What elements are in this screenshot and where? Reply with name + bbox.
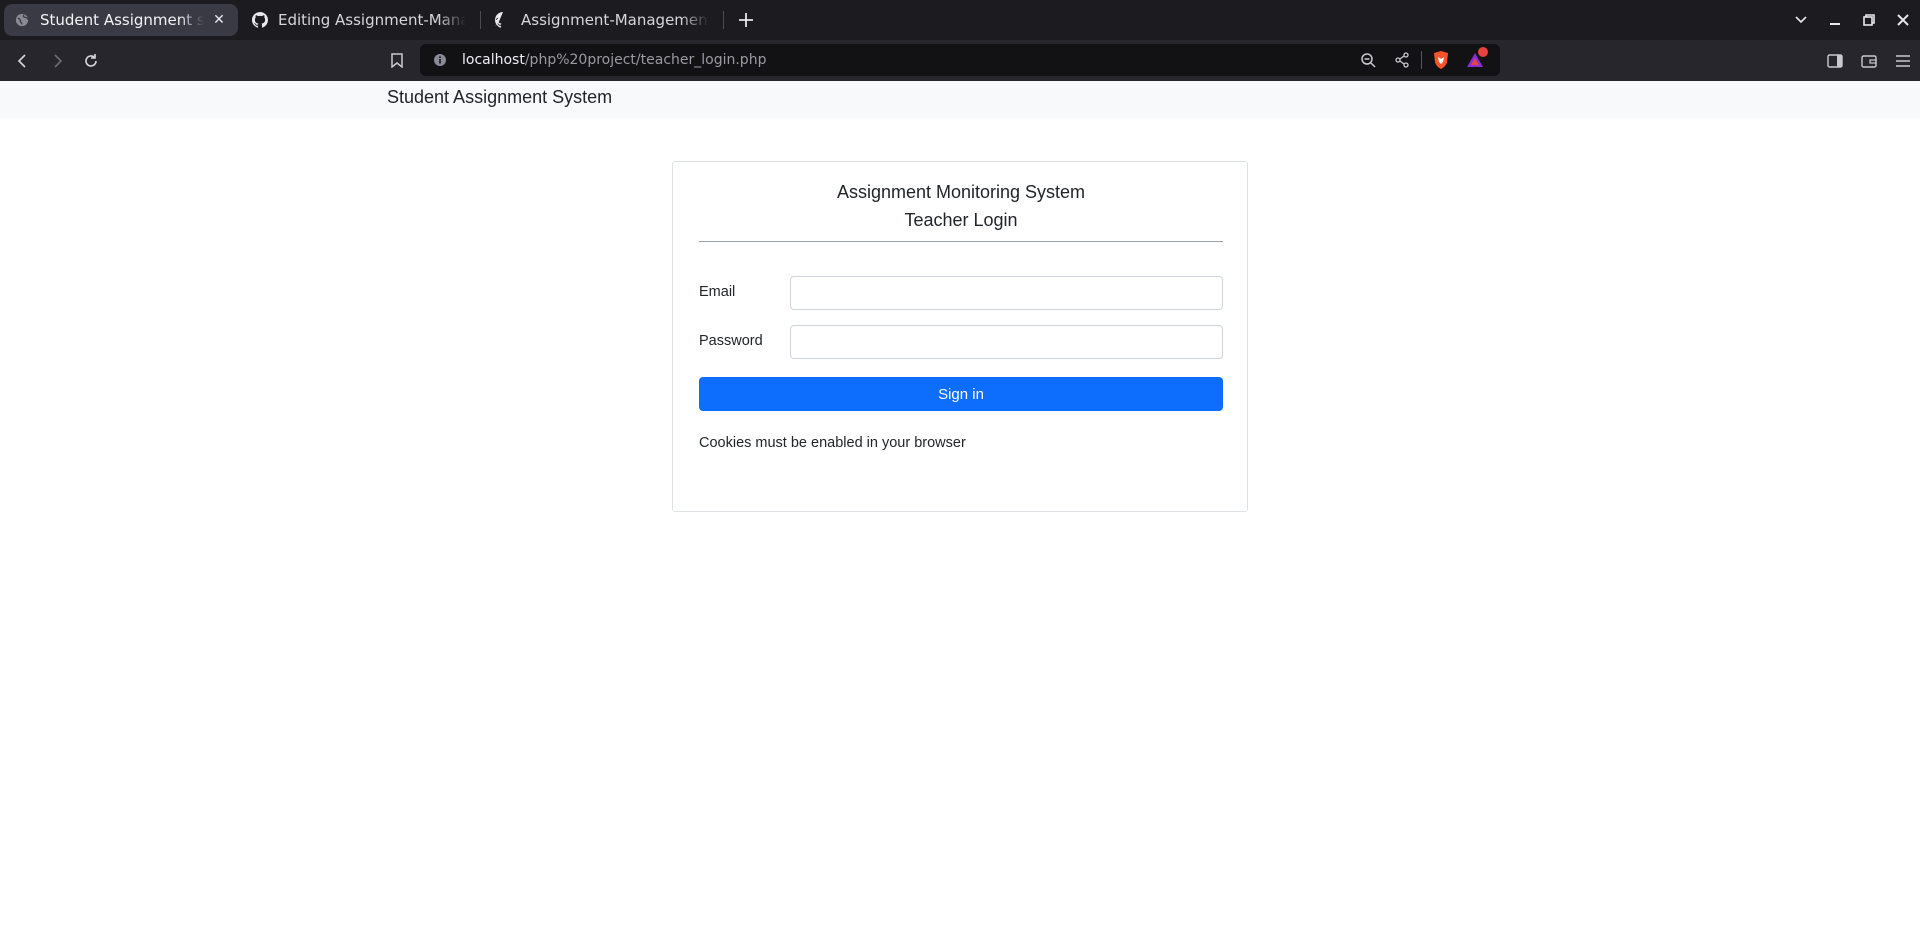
- site-info-icon[interactable]: [432, 52, 448, 68]
- brave-rewards-icon[interactable]: [1458, 44, 1492, 76]
- tab-student-assignment[interactable]: Student Assignment syste ✕: [4, 4, 238, 36]
- system-title: Assignment Monitoring System: [836, 182, 1086, 202]
- window-controls: [1784, 0, 1920, 40]
- email-field[interactable]: [790, 276, 1223, 310]
- notification-badge: [1478, 47, 1488, 57]
- sign-in-button[interactable]: Sign in: [699, 377, 1223, 411]
- password-row: Password: [699, 325, 1223, 359]
- tab-assignment-management[interactable]: Assignment-Management-Sy: [485, 4, 719, 36]
- zoom-out-icon[interactable]: [1351, 44, 1385, 76]
- back-arrow-icon[interactable]: [6, 44, 40, 78]
- tab-separator: [723, 11, 724, 29]
- new-tab-button[interactable]: [732, 6, 760, 34]
- forward-arrow-icon[interactable]: [40, 44, 74, 78]
- reload-icon[interactable]: [74, 44, 108, 78]
- address-bar-divider: [1421, 51, 1422, 69]
- cookies-note: Cookies must be enabled in your browser: [699, 435, 966, 451]
- tab-separator: [480, 11, 481, 29]
- restore-icon[interactable]: [1852, 0, 1886, 40]
- close-window-icon[interactable]: [1886, 0, 1920, 40]
- password-field[interactable]: [790, 325, 1223, 359]
- page-content: Student Assignment System Assignment Mon…: [0, 81, 1920, 932]
- tab-title: Editing Assignment-Manager: [278, 11, 466, 29]
- login-heading: Assignment Monitoring System Teacher Log…: [699, 178, 1223, 234]
- email-label: Email: [699, 284, 736, 300]
- browser-toolbar: localhost/php%20project/teacher_login.ph…: [0, 40, 1920, 81]
- wallet-icon[interactable]: [1852, 40, 1886, 81]
- url-text: localhost/php%20project/teacher_login.ph…: [462, 52, 767, 68]
- tab-editing-assignment[interactable]: Editing Assignment-Manager: [242, 4, 476, 36]
- login-title: Teacher Login: [904, 210, 1018, 230]
- tab-list-chevron-icon[interactable]: [1784, 0, 1818, 40]
- globe-icon: [14, 12, 30, 28]
- toolbar-right-controls: [1818, 40, 1920, 81]
- brave-shields-icon[interactable]: [1424, 44, 1458, 76]
- sidebar-toggle-icon[interactable]: [1818, 40, 1852, 81]
- divider: [699, 241, 1223, 242]
- tab-title: Student Assignment syste: [40, 11, 204, 29]
- share-icon[interactable]: [1385, 44, 1419, 76]
- menu-icon[interactable]: [1886, 40, 1920, 81]
- login-card: Assignment Monitoring System Teacher Log…: [672, 161, 1248, 512]
- address-bar[interactable]: localhost/php%20project/teacher_login.ph…: [420, 44, 1500, 76]
- close-tab-icon[interactable]: ✕: [210, 11, 228, 29]
- tab-title: Assignment-Management-Sy: [521, 11, 709, 29]
- github-icon: [252, 12, 268, 28]
- email-row: Email: [699, 276, 1223, 310]
- password-label: Password: [699, 333, 763, 349]
- github-icon: [495, 12, 511, 28]
- navbar-brand[interactable]: Student Assignment System: [387, 87, 612, 108]
- bookmark-icon[interactable]: [382, 44, 412, 76]
- minimize-icon[interactable]: [1818, 0, 1852, 40]
- browser-tab-bar: Student Assignment syste ✕ Editing Assig…: [0, 0, 1920, 40]
- navbar: Student Assignment System: [0, 81, 1920, 118]
